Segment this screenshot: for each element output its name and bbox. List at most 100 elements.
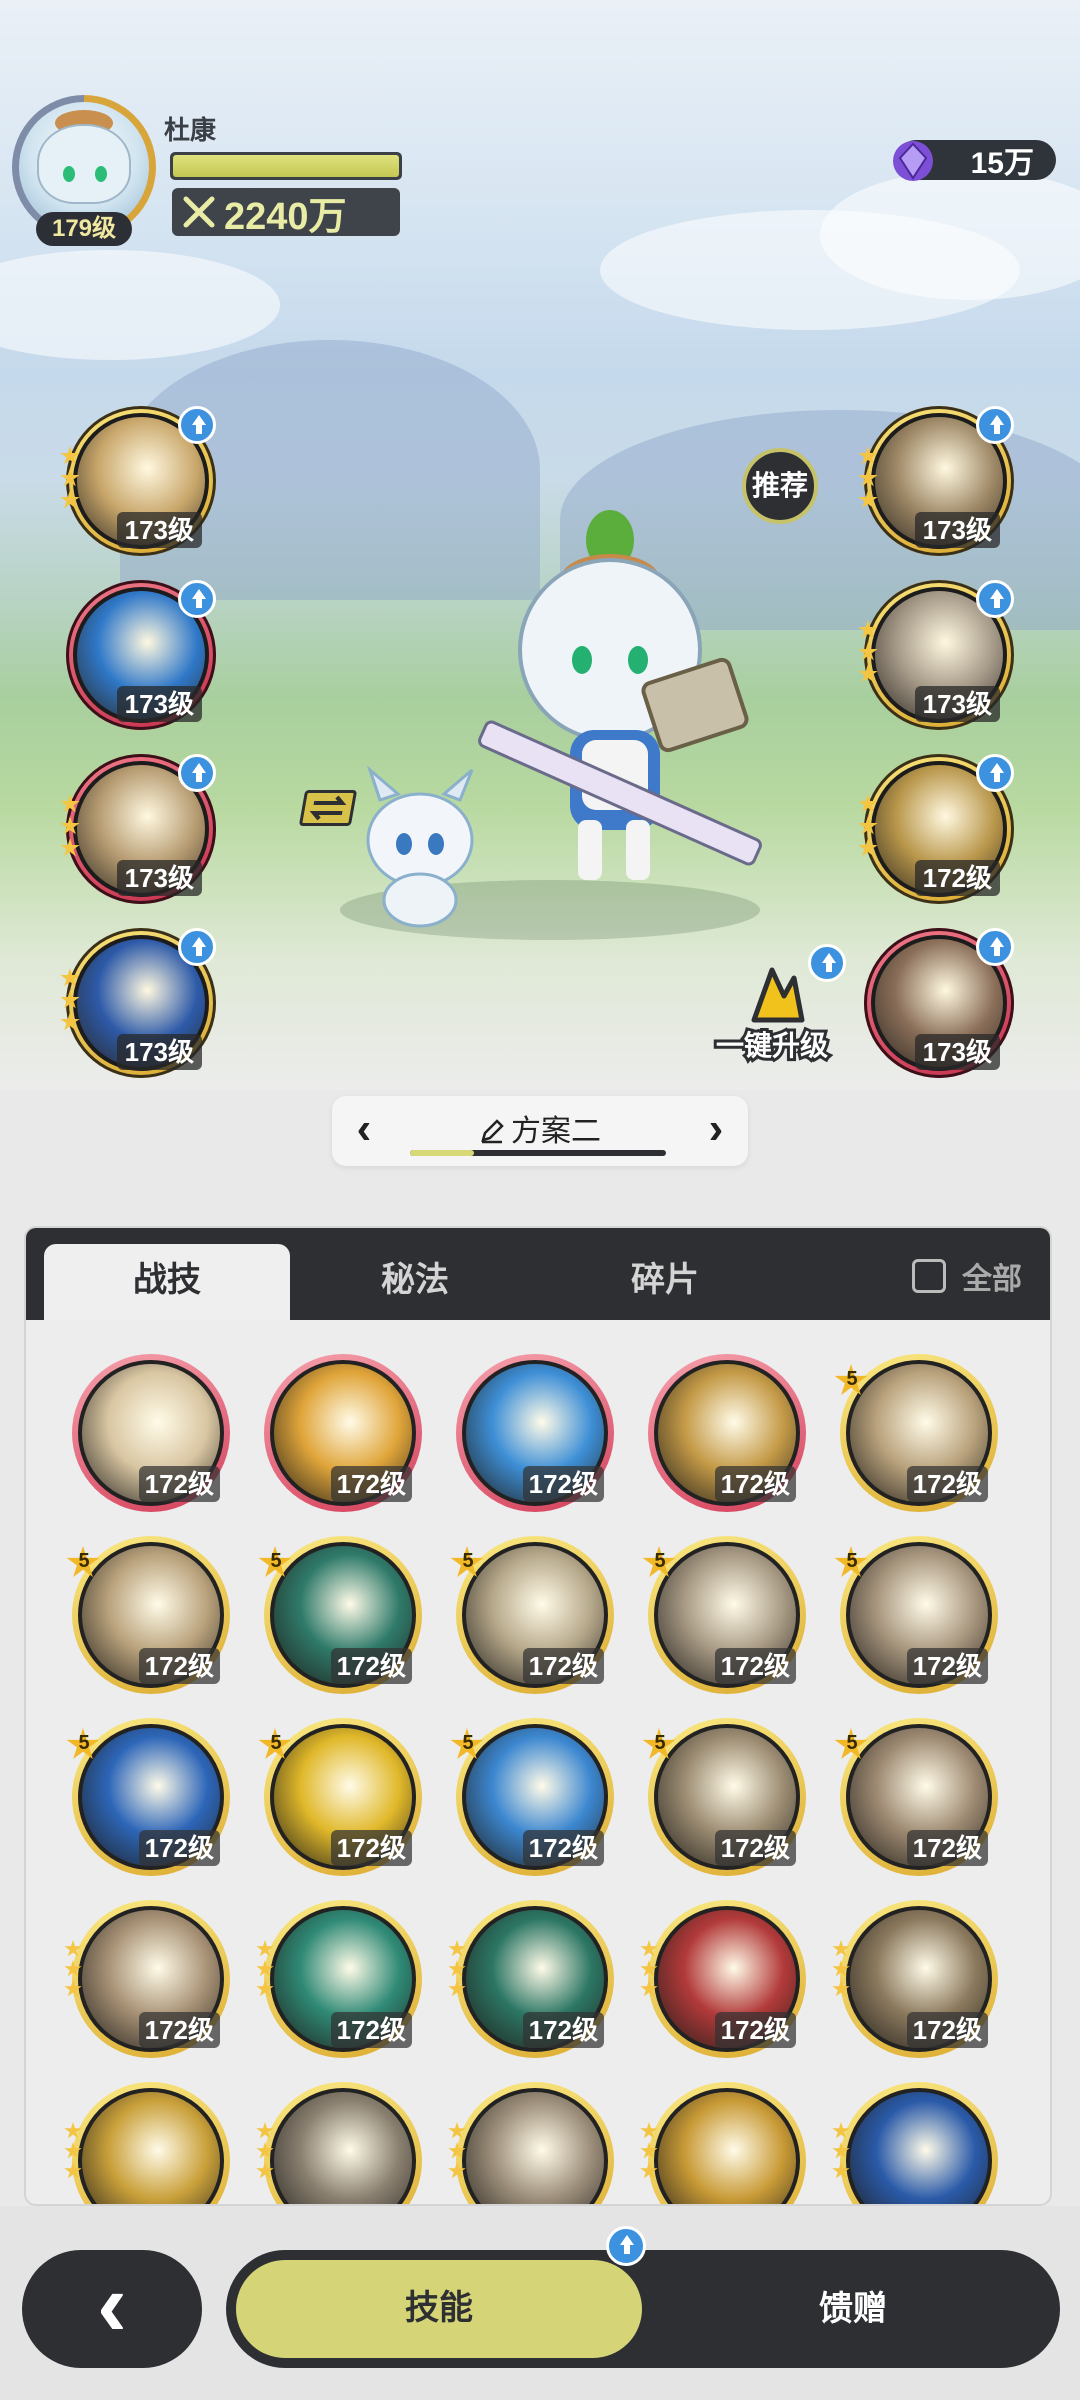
skills-upgrade-arrow-icon <box>606 2226 646 2266</box>
blue-orb-skill-icon <box>846 2088 992 2204</box>
star-icon <box>640 2122 658 2139</box>
skill-grid-item[interactable]: 5 172级 <box>258 1536 422 1694</box>
star-badge-count: 5 <box>78 1732 90 1754</box>
swap-pet-button[interactable] <box>298 790 358 826</box>
star-badge-count: 5 <box>462 1550 474 1572</box>
plan-name[interactable]: 方案二 <box>332 1106 748 1150</box>
tab-gifts[interactable]: 馈赠 <box>646 2250 1060 2368</box>
skill-level-label: 172级 <box>906 1830 988 1866</box>
right-skill-slot[interactable]: 173级 <box>864 928 1014 1078</box>
skill-grid-item[interactable] <box>64 2082 230 2204</box>
skill-grid-item[interactable]: 172级 <box>72 1354 230 1512</box>
star-icon <box>64 2162 82 2179</box>
skill-grid-item[interactable]: 5 172级 <box>258 1718 422 1876</box>
star-icon <box>64 1980 82 1997</box>
right-skill-slot[interactable]: 172级 <box>858 754 1014 904</box>
star-icon <box>256 2162 274 2179</box>
star-icon <box>60 968 80 987</box>
skill-grid-item[interactable]: 172级 <box>640 1900 806 2058</box>
skill-level-label: 173级 <box>116 686 202 722</box>
plan-progress-fill <box>410 1150 474 1156</box>
show-all-checkbox[interactable] <box>912 1259 946 1293</box>
star-icon <box>60 816 80 835</box>
star-rating <box>858 794 880 860</box>
skill-grid-item[interactable]: 5 172级 <box>642 1536 806 1694</box>
gold-flame-skill-icon <box>654 2088 800 2204</box>
upgrade-arrow-icon <box>976 754 1014 792</box>
skill-grid-item[interactable] <box>448 2082 614 2204</box>
skill-grid-item[interactable]: 172级 <box>832 1900 998 2058</box>
star-rating <box>256 1940 276 2000</box>
skill-grid-item[interactable] <box>640 2082 806 2204</box>
skill-grid-item[interactable]: 172级 <box>448 1900 614 2058</box>
tab-fragment[interactable]: 碎片 <box>542 1244 788 1320</box>
skill-grid-item[interactable]: 172级 <box>264 1354 422 1512</box>
skill-level-label: 172级 <box>714 1830 796 1866</box>
skill-grid-item[interactable]: 172级 <box>456 1354 614 1512</box>
skill-level-label: 172级 <box>138 1466 220 1502</box>
left-skill-slot[interactable]: 173级 <box>60 406 216 556</box>
right-skill-slot[interactable]: 173级 <box>858 406 1014 556</box>
back-button[interactable]: ‹ <box>22 2250 202 2368</box>
skill-grid-item[interactable]: 172级 <box>256 1900 422 2058</box>
upgrade-arrow-icon <box>178 406 216 444</box>
plan-next-button[interactable]: › <box>698 1107 734 1151</box>
skill-grid-item[interactable] <box>832 2082 998 2204</box>
star-icon <box>858 664 878 683</box>
tab-secret[interactable]: 秘法 <box>292 1244 538 1320</box>
star-rating <box>448 2122 468 2182</box>
left-skill-slot[interactable]: 173级 <box>66 580 216 730</box>
skill-level-label: 172级 <box>906 2012 988 2048</box>
skill-grid-item[interactable]: 5 172级 <box>642 1718 806 1876</box>
skill-level-label: 173级 <box>914 1034 1000 1070</box>
star-icon <box>60 446 80 465</box>
star-icon <box>832 2142 850 2159</box>
upgrade-arrow-icon <box>178 580 216 618</box>
star-icon <box>64 2142 82 2159</box>
swap-arrows-icon <box>309 795 347 821</box>
skill-grid-item[interactable]: 5 172级 <box>450 1536 614 1694</box>
skill-grid-item[interactable]: 172级 <box>64 1900 230 2058</box>
skill-grid-item[interactable]: 5 172级 <box>834 1536 998 1694</box>
skill-level-label: 172级 <box>522 1648 604 1684</box>
one-key-upgrade-label[interactable]: 一键升级 <box>713 1024 831 1064</box>
star-icon <box>256 1960 274 1977</box>
skill-grid-item[interactable]: 5 172级 <box>66 1536 230 1694</box>
skill-grid-item[interactable]: 5 172级 <box>834 1354 998 1512</box>
upgrade-arrow-icon <box>178 928 216 966</box>
avatar-eye <box>63 166 75 182</box>
star-icon <box>60 838 80 857</box>
skill-level-label: 172级 <box>138 2012 220 2048</box>
star-icon <box>448 2142 466 2159</box>
skill-frame <box>840 2082 998 2204</box>
skill-grid-item[interactable]: 172级 <box>648 1354 806 1512</box>
recommend-button[interactable]: 推荐 <box>742 448 818 524</box>
star-icon <box>858 816 878 835</box>
rune-up-skill-icon <box>78 2088 224 2204</box>
star-rating <box>858 446 880 512</box>
tab-skills[interactable]: 技能 <box>232 2256 646 2362</box>
right-skill-slot[interactable]: 173级 <box>858 580 1014 730</box>
lightning-upgrade-icon[interactable] <box>740 960 810 1030</box>
star-icon <box>640 1940 658 1957</box>
skill-grid-item[interactable]: 5 172级 <box>66 1718 230 1876</box>
edit-pencil-icon <box>481 1119 504 1144</box>
purple-gem-icon <box>893 141 933 181</box>
skill-level-label: 172级 <box>330 1648 412 1684</box>
star-icon <box>60 794 80 813</box>
left-skill-slot[interactable]: 173级 <box>60 928 216 1078</box>
star-icon <box>832 1940 850 1957</box>
plan-selector: ‹ 方案二 › <box>332 1096 748 1166</box>
left-skill-slot[interactable]: 173级 <box>60 754 216 904</box>
tab-combat[interactable]: 战技 <box>44 1244 290 1320</box>
star-rating <box>64 1940 84 2000</box>
skill-grid-item[interactable] <box>256 2082 422 2204</box>
skill-grid-item[interactable]: 5 172级 <box>450 1718 614 1876</box>
player-name: 杜康 <box>164 115 217 145</box>
skill-level-label: 172级 <box>522 1466 604 1502</box>
star-icon <box>858 490 878 509</box>
star-icon <box>832 2162 850 2179</box>
skill-grid-item[interactable]: 5 172级 <box>834 1718 998 1876</box>
show-all-toggle[interactable]: 全部 <box>912 1256 1022 1296</box>
combat-power: 2240万 <box>172 188 400 238</box>
